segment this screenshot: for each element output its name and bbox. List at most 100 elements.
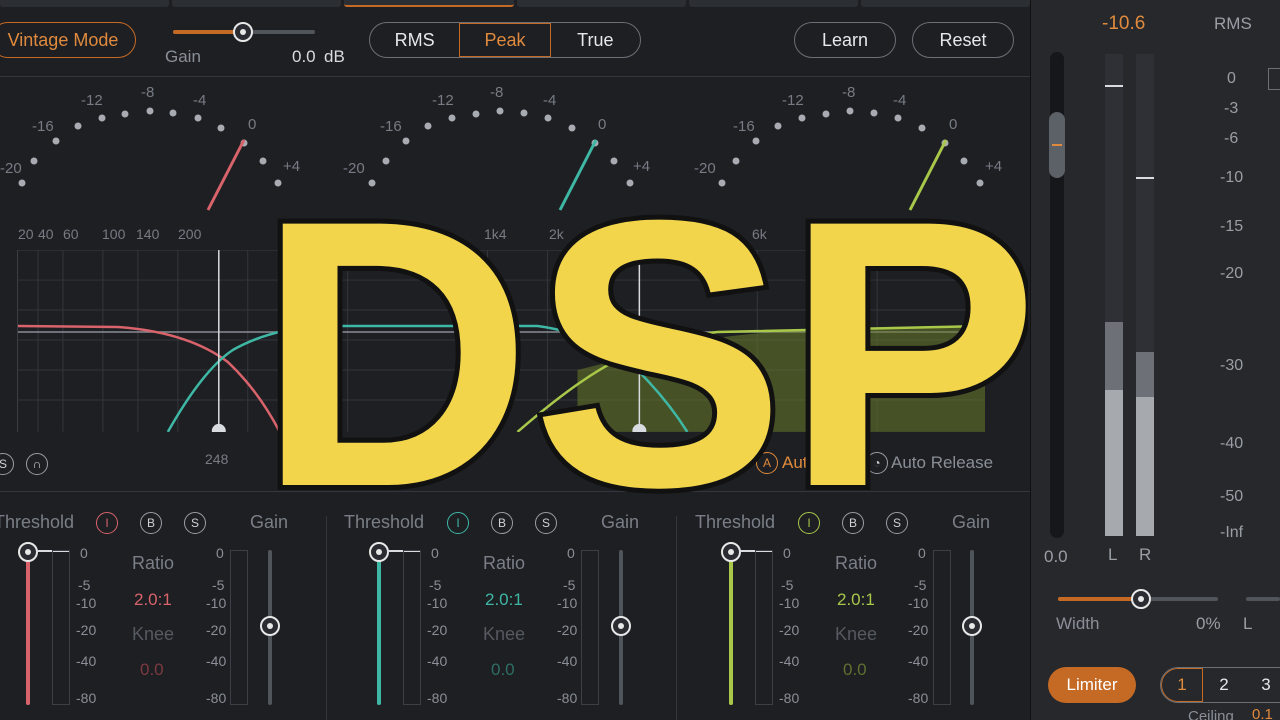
crossover-freq-readout: 248 [205,451,229,467]
learn-button[interactable]: Learn [794,22,896,58]
module-tab[interactable] [688,0,858,7]
scale-tick: -40 [908,653,929,669]
scale-tick: -20 [557,622,578,638]
knee-label: Knee [835,624,878,644]
mode-rms-button[interactable]: RMS [370,23,459,57]
output-scale-tick: -Inf [1220,524,1244,541]
gain-slider-knob[interactable] [233,22,253,42]
freq-tick: 200 [178,226,202,242]
width-slider-fill [1058,597,1140,601]
threshold-fader-knob[interactable] [369,542,389,562]
output-scale-tick: -30 [1220,357,1244,374]
auto-release-icon[interactable]: ◔ [866,452,888,474]
channel-left-label: L [1108,545,1118,564]
freq-tick: 2k [549,226,564,242]
output-scale-tick: 0 [1227,70,1236,87]
scale-tick: -40 [427,653,448,669]
scale-tick: -40 [779,653,800,669]
band-bypass-button[interactable]: B [491,512,513,534]
threshold-meter [403,550,421,705]
scale-tick: -5 [781,577,794,593]
threshold-fader-knob[interactable] [721,542,741,562]
reset-button[interactable]: Reset [912,22,1014,58]
module-tab[interactable] [0,0,170,7]
limiter-mode-2[interactable]: 2 [1203,668,1245,702]
module-tab[interactable] [516,0,686,7]
bell-shape-icon[interactable]: ∩ [26,453,48,475]
band-gain-fader-knob[interactable] [962,616,982,636]
knee-value[interactable]: 0.0 [843,660,867,680]
scale-tick: -20 [427,622,448,638]
scale-tick: -10 [557,595,578,611]
limiter-mode-1[interactable]: 1 [1161,668,1203,702]
scale-tick: -80 [206,690,227,706]
output-meter-left-peak [1105,85,1123,87]
band-gain-fader-knob[interactable] [260,616,280,636]
mode-true-button[interactable]: True [551,23,640,57]
threshold-fader-knob[interactable] [18,542,38,562]
knee-label: Knee [132,624,175,644]
band-isolate-button[interactable]: I [447,512,469,534]
gain-label: Gain [165,47,201,66]
output-fader-handle[interactable] [1049,112,1065,178]
scale-tick: -10 [779,595,800,611]
dial-scale-label: -16 [380,118,402,135]
module-tab[interactable] [860,0,1031,7]
scale-tick: 0 [783,545,791,561]
knee-value[interactable]: 0.0 [491,660,515,680]
dial-scale-label: -20 [0,160,22,177]
vintage-mode-button[interactable]: Vintage Mode [0,22,136,58]
module-tab-active[interactable] [344,0,514,7]
band-isolate-button[interactable]: I [96,512,118,534]
scale-tick: -40 [206,653,227,669]
band-solo-button[interactable]: S [184,512,206,534]
band-1-curve [18,324,281,432]
auto-release-label[interactable]: Auto Release [891,453,993,473]
ratio-value[interactable]: 2.0:1 [485,590,523,610]
scale-tick: -10 [206,595,227,611]
ratio-value[interactable]: 2.0:1 [134,590,172,610]
gain-meter [581,550,599,705]
width-value: 0% [1196,614,1221,633]
dial-scale-label: -12 [432,92,454,109]
width-slider-knob[interactable] [1131,589,1151,609]
mode-peak-button[interactable]: Peak [459,23,551,57]
module-tab[interactable] [172,0,342,7]
output-meter-right-peak [1136,177,1154,179]
band-divider [326,516,327,720]
crossover-spectrum[interactable] [17,250,985,432]
scale-tick: -80 [76,690,97,706]
output-fader-value: 0.0 [1044,547,1068,566]
ratio-value[interactable]: 2.0:1 [837,590,875,610]
scale-tick: -20 [76,622,97,638]
ceiling-value: 0.1 [1252,706,1273,720]
output-scale-tick: -15 [1220,218,1244,235]
limiter-button[interactable]: Limiter [1048,667,1136,703]
scroll-handle[interactable] [1268,68,1280,90]
auto-attack-icon[interactable]: A [756,452,778,474]
band-bypass-button[interactable]: B [140,512,162,534]
scale-tick: -5 [914,577,927,593]
band-bypass-button[interactable]: B [842,512,864,534]
scale-tick: -5 [429,577,442,593]
balance-slider-track[interactable] [1246,597,1280,601]
band-gain-fader-knob[interactable] [611,616,631,636]
band-solo-button[interactable]: S [535,512,557,534]
limiter-mode-3[interactable]: 3 [1245,668,1280,702]
band-solo-button[interactable]: S [886,512,908,534]
dial-scale-label: -20 [694,160,716,177]
knee-label: Knee [483,624,526,644]
band-isolate-button[interactable]: I [798,512,820,534]
output-scale-tick: -50 [1220,488,1244,505]
compressor-panel: Vintage Mode Gain 0.0 dB RMS Peak True L… [0,0,1031,720]
filter-shape-icon[interactable]: S [0,453,14,475]
band-divider [676,516,677,720]
band-3-fill [577,326,985,432]
scale-tick: -5 [78,577,91,593]
knee-value[interactable]: 0.0 [140,660,164,680]
meter-mode-label[interactable]: RMS [1214,14,1252,34]
dial-scale-label: -20 [343,160,365,177]
auto-attack-label[interactable]: Auto [782,453,817,473]
dial-scale-label: +4 [985,158,1003,175]
dial-scale-label: 0 [598,116,607,133]
